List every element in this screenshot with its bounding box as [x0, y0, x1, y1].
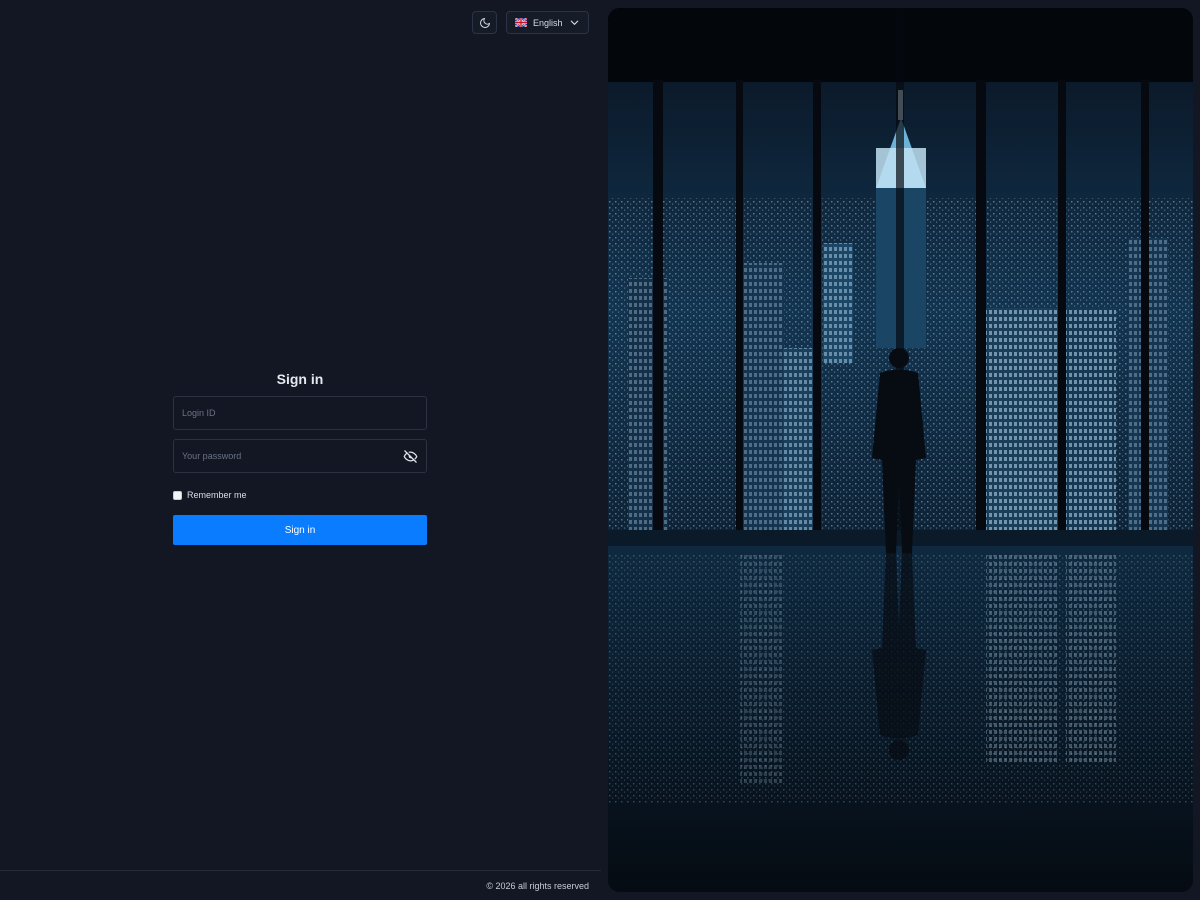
moon-icon: [479, 17, 490, 28]
city-night-skyline-image: [608, 8, 1193, 892]
copyright-text: © 2026 all rights reserved: [486, 881, 589, 891]
password-input[interactable]: [182, 451, 418, 461]
remember-me-checkbox[interactable]: [173, 490, 182, 500]
footer-divider: [0, 870, 601, 871]
uk-flag-icon: [515, 18, 527, 27]
remember-me-row[interactable]: Remember me: [173, 489, 427, 501]
sign-in-button[interactable]: Sign in: [173, 515, 427, 545]
theme-toggle-button[interactable]: [472, 11, 497, 34]
language-selector[interactable]: English: [506, 11, 589, 34]
login-pane: English Sign in Remember: [0, 0, 601, 900]
form-title: Sign in: [276, 371, 324, 387]
password-field[interactable]: [173, 439, 427, 473]
login-id-field[interactable]: [173, 396, 427, 430]
login-page: English Sign in Remember: [0, 0, 1200, 900]
eye-off-icon[interactable]: [403, 449, 418, 464]
sign-in-form: Sign in Remember me Sign in: [173, 370, 427, 545]
hero-illustration: [608, 8, 1193, 892]
chevron-down-icon: [570, 20, 579, 25]
login-id-input[interactable]: [182, 408, 418, 418]
language-label: English: [533, 17, 563, 28]
remember-me-label[interactable]: Remember me: [187, 490, 247, 500]
